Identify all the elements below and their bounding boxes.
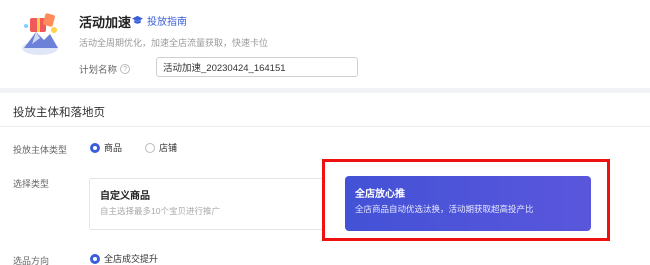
radio-checked-icon	[90, 142, 100, 153]
settings-card: 投放主体和落地页 投放主体类型 商品 店铺 选择类型 自定义商品 自主选择最多1…	[0, 93, 650, 265]
rocket-gift-icon	[22, 13, 58, 55]
plan-name-label-text: 计划名称	[79, 65, 118, 76]
radio-direction-label: 全店成交提升	[104, 254, 159, 264]
select-type-label: 选择类型	[13, 179, 50, 189]
radio-unchecked-icon	[145, 142, 155, 153]
radio-direction[interactable]: 全店成交提升	[90, 252, 158, 265]
plan-name-label: 计划名称 ?	[79, 62, 131, 76]
radio-store[interactable]: 店铺	[145, 141, 177, 154]
page-title: 活动加速	[79, 15, 132, 30]
guide-link[interactable]: 投放指南	[132, 13, 187, 28]
guide-link-label[interactable]: 投放指南	[147, 13, 187, 28]
divider	[0, 126, 650, 127]
section-title: 投放主体和落地页	[13, 107, 105, 119]
page-subtitle: 活动全周期优化，加速全店流量获取，快速卡位	[79, 38, 269, 48]
highlight-box	[322, 159, 610, 241]
custom-product-title: 自定义商品	[100, 191, 150, 202]
custom-product-card[interactable]: 自定义商品 自主选择最多10个宝贝进行推广	[89, 178, 325, 230]
radio-product[interactable]: 商品	[90, 141, 122, 154]
custom-product-desc: 自主选择最多10个宝贝进行推广	[100, 206, 220, 216]
radio-checked-icon	[90, 253, 100, 264]
direction-label: 选品方向	[13, 256, 50, 265]
radio-product-label: 商品	[104, 143, 123, 153]
radio-store-label: 店铺	[159, 143, 178, 153]
header-card: 活动加速 投放指南 活动全周期优化，加速全店流量获取，快速卡位 计划名称 ?	[0, 0, 650, 88]
graduation-cap-icon	[132, 15, 143, 24]
plan-name-input[interactable]	[156, 57, 358, 77]
help-icon[interactable]: ?	[120, 64, 131, 74]
subject-type-label: 投放主体类型	[13, 145, 68, 155]
